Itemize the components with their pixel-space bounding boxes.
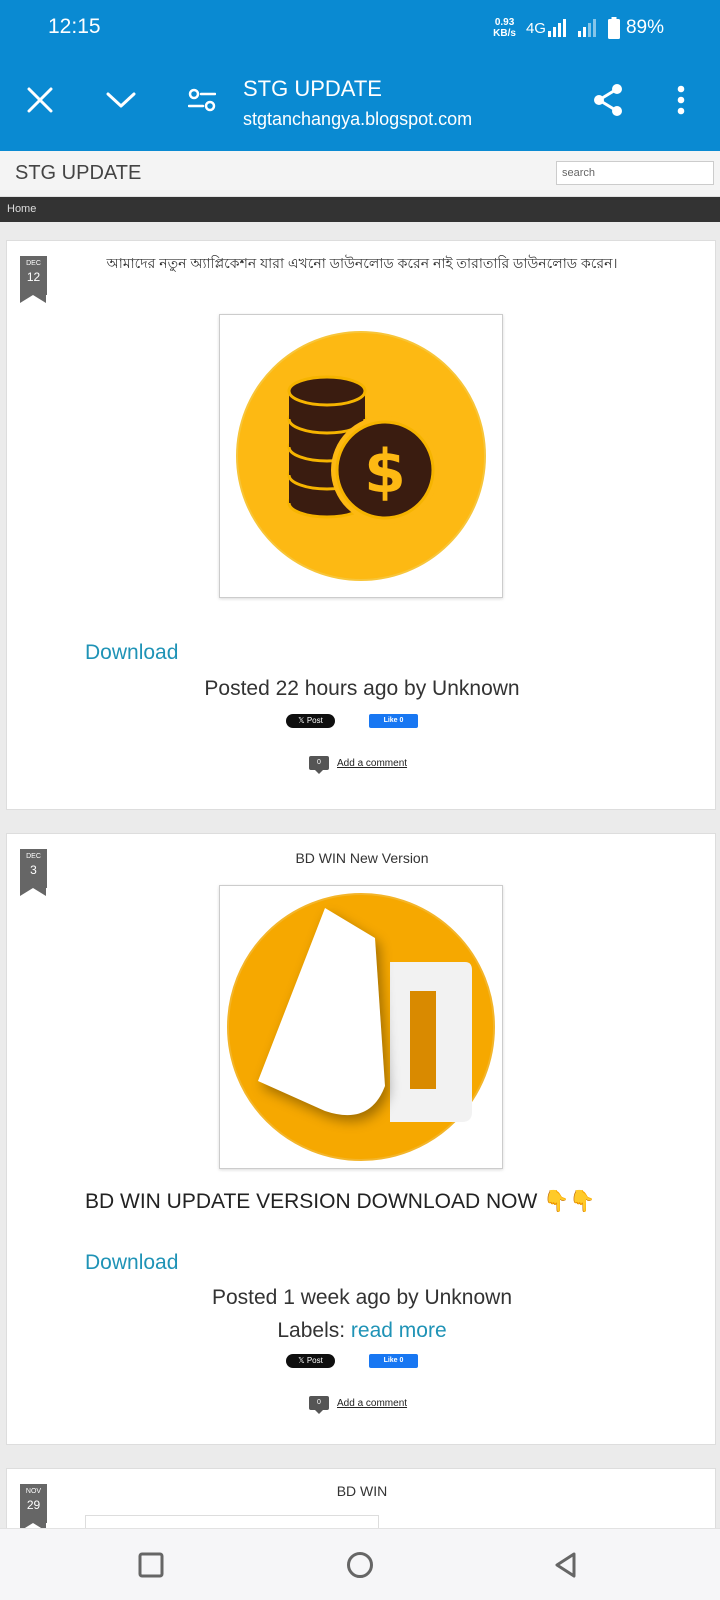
post-body-text: BD WIN UPDATE VERSION DOWNLOAD NOW 👇👇: [85, 1190, 596, 1213]
date-month: NOV: [25, 1488, 42, 1495]
add-comment-link[interactable]: Add a comment: [337, 758, 407, 769]
battery-percent: 89%: [625, 17, 664, 38]
download-link[interactable]: Download: [85, 641, 178, 665]
labels-prefix: Labels:: [277, 1319, 351, 1342]
date-badge: NOV 29: [20, 1484, 47, 1531]
post-image-coins[interactable]: $: [219, 314, 503, 598]
system-nav-bar: [0, 1528, 720, 1600]
x-post-button[interactable]: 𝕏 Post: [286, 714, 335, 728]
share-button[interactable]: [588, 80, 628, 120]
coins-dollar-icon: $: [236, 331, 486, 581]
net-speed-unit: KB/s: [493, 28, 516, 39]
collapse-button[interactable]: [101, 80, 141, 120]
home-circle-icon: [347, 1552, 373, 1578]
post-meta: Posted 22 hours ago by Unknown: [204, 677, 520, 700]
blog-nav: Home: [0, 197, 720, 222]
share-icon: [594, 84, 622, 116]
label-read-more-link[interactable]: read more: [351, 1319, 447, 1342]
page-title: STG UPDATE: [243, 76, 382, 101]
blog-header: STG UPDATE: [0, 151, 720, 197]
signal-icon: [547, 19, 566, 37]
status-time: 12:15: [48, 15, 101, 38]
add-comment-link[interactable]: Add a comment: [337, 1398, 407, 1409]
post-meta: Posted 1 week ago by Unknown: [211, 1286, 513, 1309]
network-type: 4G: [525, 19, 546, 37]
signal-icon-2: [577, 19, 596, 37]
post-labels: Labels: read more: [7, 1319, 717, 1343]
date-badge: DEC 12: [20, 256, 47, 303]
date-month: DEC: [26, 260, 41, 267]
comment-count-badge: 0: [309, 756, 329, 774]
date-day: 3: [30, 863, 37, 877]
battery-icon: [607, 17, 620, 39]
tune-icon: [188, 88, 216, 112]
post-title[interactable]: BD WIN New Version: [87, 849, 637, 868]
download-link[interactable]: Download: [85, 1251, 178, 1275]
fb-like-button[interactable]: Like 0: [369, 714, 418, 728]
date-badge: DEC 3: [20, 849, 47, 896]
net-speed-value: 0.93: [494, 17, 515, 28]
comment-count-badge: 0: [309, 1396, 329, 1414]
more-vert-icon: [677, 85, 685, 115]
recents-icon: [138, 1552, 164, 1578]
date-month: DEC: [26, 853, 41, 860]
back-button[interactable]: [548, 1547, 584, 1583]
status-bar: 12:15 0.93 KB/s 4G 89%: [0, 0, 720, 56]
status-indicators: 0.93 KB/s 4G 89%: [493, 12, 720, 44]
post-card: DEC 3 BD WIN New Version BD WIN UPDATE V…: [6, 833, 716, 1445]
close-button[interactable]: [20, 80, 60, 120]
search-input[interactable]: [556, 161, 714, 185]
post-image-bd-win[interactable]: [219, 885, 503, 1169]
chevron-down-icon: [106, 92, 136, 108]
back-triangle-icon: [555, 1552, 576, 1578]
date-day: 12: [26, 270, 41, 284]
fb-like-button[interactable]: Like 0: [369, 1354, 418, 1368]
page-settings-button[interactable]: [182, 80, 222, 120]
recents-button[interactable]: [133, 1547, 169, 1583]
bd-win-logo-icon: [227, 893, 495, 1161]
close-icon: [27, 87, 53, 113]
nav-home-link[interactable]: Home: [7, 203, 36, 215]
browser-toolbar: STG UPDATE stgtanchangya.blogspot.com: [0, 56, 720, 151]
x-post-button[interactable]: 𝕏 Post: [286, 1354, 335, 1368]
more-options-button[interactable]: [661, 80, 701, 120]
date-day: 29: [26, 1498, 41, 1512]
svg-text:$: $: [364, 437, 406, 507]
page-url: stgtanchangya.blogspot.com: [243, 109, 473, 129]
post-title[interactable]: আমাদের নতুন অ্যাপ্লিকেশন যারা এখনো ডাউনল…: [87, 254, 637, 273]
blog-title[interactable]: STG UPDATE: [15, 162, 141, 185]
net-speed: 0.93 KB/s: [493, 17, 516, 39]
home-button[interactable]: [342, 1547, 378, 1583]
post-card: DEC 12 আমাদের নতুন অ্যাপ্লিকেশন যারা এখন…: [6, 240, 716, 810]
post-title[interactable]: BD WIN: [87, 1482, 637, 1501]
